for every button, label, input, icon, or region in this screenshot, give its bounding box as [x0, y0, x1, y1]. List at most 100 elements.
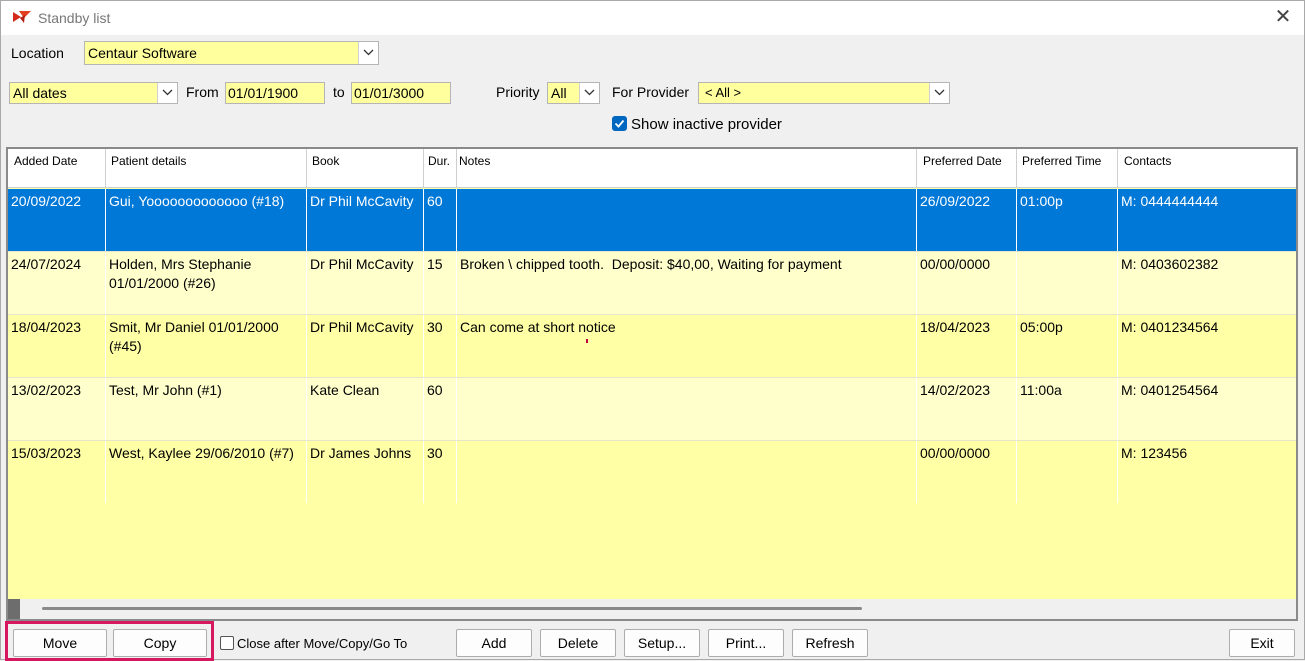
cell-added-date: 24/07/2024	[8, 252, 106, 314]
column-header-book[interactable]: Book	[307, 149, 424, 188]
column-header-preferred-time[interactable]: Preferred Time	[1017, 149, 1118, 188]
print-button[interactable]: Print...	[708, 629, 784, 657]
cell-preferred-time: 05:00p	[1017, 315, 1118, 377]
cell-patient-details: Gui, Yooooooooooooo (#18)	[106, 189, 307, 251]
exit-button[interactable]: Exit	[1229, 629, 1295, 657]
cell-contacts: M: 0403602382	[1121, 256, 1219, 272]
cell-contacts: M: 0444444444	[1121, 193, 1219, 209]
cell-preferred-date: 00/00/0000	[917, 252, 1017, 314]
to-label: to	[333, 84, 345, 100]
close-after-label: Close after Move/Copy/Go To	[237, 636, 408, 651]
location-dropdown-button[interactable]	[358, 42, 378, 64]
delete-button[interactable]: Delete	[540, 629, 616, 657]
cell-preferred-time: 11:00a	[1017, 378, 1118, 440]
horizontal-scrollbar[interactable]	[8, 599, 1296, 619]
priority-select[interactable]: All	[547, 82, 600, 104]
close-icon[interactable]: ✕	[1272, 7, 1294, 29]
title-bar: Standby list ✕	[1, 1, 1304, 35]
chevron-down-icon	[584, 89, 595, 96]
refresh-button[interactable]: Refresh	[792, 629, 868, 657]
cell-preferred-date: 00/00/0000	[917, 441, 1017, 503]
provider-value: < All >	[705, 85, 742, 100]
table-row[interactable]: 18/04/2023 Smit, Mr Daniel 01/01/2000 (#…	[8, 315, 1296, 378]
column-header-notes[interactable]: Notes	[457, 149, 917, 188]
cell-contacts: M: 0401234564	[1121, 319, 1219, 335]
cell-notes	[457, 378, 917, 440]
cell-contacts: M: 123456	[1121, 445, 1188, 461]
window-title: Standby list	[38, 10, 111, 26]
provider-select[interactable]: < All >	[698, 82, 950, 104]
priority-value: All	[551, 85, 567, 101]
location-select[interactable]: Centaur Software	[84, 41, 379, 65]
checkmark-icon	[614, 119, 625, 128]
table-row[interactable]: 13/02/2023 Test, Mr John (#1) Kate Clean…	[8, 378, 1296, 441]
table-row[interactable]: 15/03/2023 West, Kaylee 29/06/2010 (#7) …	[8, 441, 1296, 504]
location-label: Location	[11, 45, 64, 61]
show-inactive-checkbox[interactable]	[612, 116, 627, 131]
priority-label: Priority	[496, 84, 540, 100]
date-range-select[interactable]: All dates	[9, 82, 178, 104]
cell-duration: 60	[424, 378, 457, 440]
cell-added-date: 20/09/2022	[8, 189, 106, 251]
scrollbar-corner	[8, 599, 20, 619]
from-date-input[interactable]: 01/01/1900	[225, 82, 325, 104]
app-logo-icon	[13, 11, 31, 23]
date-range-value: All dates	[13, 85, 67, 101]
table-empty-area	[8, 503, 1296, 599]
cell-book: Dr James Johns	[307, 441, 424, 503]
add-button[interactable]: Add	[456, 629, 532, 657]
cell-notes	[457, 441, 917, 503]
column-header-contacts[interactable]: Contacts	[1118, 149, 1296, 188]
cell-preferred-date: 26/09/2022	[917, 189, 1017, 251]
column-header-added-date[interactable]: Added Date	[8, 149, 106, 188]
cell-added-date: 15/03/2023	[8, 441, 106, 503]
column-header-preferred-date[interactable]: Preferred Date	[917, 149, 1017, 188]
standby-table: Added Date Patient details Book Dur. Not…	[6, 147, 1298, 621]
cell-contacts: M: 0401254564	[1121, 382, 1219, 398]
highlight-box	[5, 621, 214, 661]
chevron-down-icon	[934, 89, 945, 96]
cell-patient-details: Holden, Mrs Stephanie 01/01/2000 (#26)	[106, 252, 307, 314]
cell-book: Dr Phil McCavity	[307, 252, 424, 314]
cell-notes	[457, 189, 917, 251]
to-date-input[interactable]: 01/01/3000	[351, 82, 451, 104]
from-label: From	[186, 84, 219, 100]
close-after-checkbox[interactable]	[220, 636, 234, 650]
column-header-duration[interactable]: Dur.	[424, 149, 457, 188]
cell-patient-details: West, Kaylee 29/06/2010 (#7)	[106, 441, 307, 503]
cell-preferred-date: 14/02/2023	[917, 378, 1017, 440]
cell-added-date: 13/02/2023	[8, 378, 106, 440]
cell-duration: 30	[424, 441, 457, 503]
standby-list-window: Standby list ✕ Location Centaur Software…	[0, 0, 1305, 661]
setup-button[interactable]: Setup...	[624, 629, 700, 657]
show-inactive-label: Show inactive provider	[631, 116, 782, 133]
date-range-dropdown-button[interactable]	[157, 83, 177, 103]
cell-preferred-time	[1017, 441, 1118, 503]
text-cursor-mark	[586, 339, 588, 343]
table-header: Added Date Patient details Book Dur. Not…	[8, 149, 1296, 188]
cell-preferred-date: 18/04/2023	[917, 315, 1017, 377]
column-header-patient-details[interactable]: Patient details	[106, 149, 307, 188]
provider-dropdown-button[interactable]	[929, 83, 949, 103]
chevron-down-icon	[162, 89, 173, 96]
table-row[interactable]: 24/07/2024 Holden, Mrs Stephanie 01/01/2…	[8, 252, 1296, 315]
cell-duration: 30	[424, 315, 457, 377]
cell-book: Dr Phil McCavity	[307, 189, 424, 251]
cell-duration: 15	[424, 252, 457, 314]
location-value: Centaur Software	[88, 45, 197, 61]
provider-label: For Provider	[612, 84, 690, 100]
cell-duration: 60	[424, 189, 457, 251]
cell-notes: Broken \ chipped tooth. Deposit: $40,00,…	[457, 252, 917, 314]
table-row[interactable]: 20/09/2022 Gui, Yooooooooooooo (#18) Dr …	[8, 189, 1296, 252]
priority-dropdown-button[interactable]	[579, 83, 599, 103]
cell-added-date: 18/04/2023	[8, 315, 106, 377]
cell-patient-details: Smit, Mr Daniel 01/01/2000 (#45)	[106, 315, 307, 377]
cell-patient-details: Test, Mr John (#1)	[106, 378, 307, 440]
cell-preferred-time: 01:00p	[1017, 189, 1118, 251]
scrollbar-thumb[interactable]	[42, 607, 862, 610]
cell-book: Kate Clean	[307, 378, 424, 440]
chevron-down-icon	[363, 49, 374, 56]
cell-notes: Can come at short notice	[457, 315, 917, 377]
cell-preferred-time	[1017, 252, 1118, 314]
cell-book: Dr Phil McCavity	[307, 315, 424, 377]
